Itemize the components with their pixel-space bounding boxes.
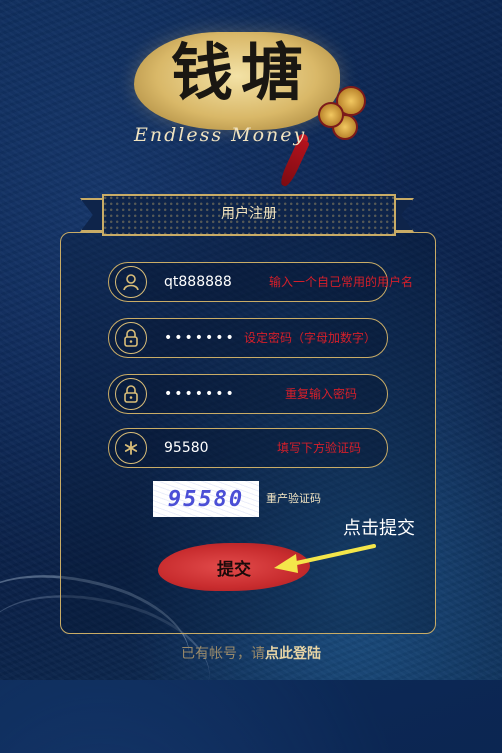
asterisk-icon (115, 432, 147, 464)
captcha-field[interactable]: 95580 填写下方验证码 (108, 428, 388, 468)
password-field[interactable]: ••••••• 设定密码（字母加数字） (108, 318, 388, 358)
user-icon (115, 266, 147, 298)
annotation-text: 点击提交 (343, 518, 415, 539)
login-prompt-text: 已有帐号，请 (181, 646, 265, 662)
username-field[interactable]: qt888888 输入一个自己常用的用户名 (108, 262, 413, 302)
captcha-value[interactable]: 95580 (164, 429, 209, 467)
captcha-hint: 填写下方验证码 (277, 441, 362, 455)
username-hint: 输入一个自己常用的用户名 (269, 275, 414, 289)
login-link[interactable]: 点此登陆 (265, 646, 321, 662)
confirm-password-field[interactable]: ••••••• 重复输入密码 (108, 374, 388, 414)
username-value[interactable]: qt888888 (164, 263, 232, 301)
password-hint: 设定密码（字母加数字） (244, 331, 377, 345)
logo-title: 钱塘 (170, 36, 311, 109)
refresh-captcha-link[interactable]: 重产验证码 (266, 490, 321, 506)
confirm-password-hint: 重复输入密码 (285, 387, 358, 401)
lock-icon (115, 322, 147, 354)
lock-icon (115, 378, 147, 410)
form-title: 用户注册 (221, 206, 277, 222)
confirm-password-value[interactable]: ••••••• (164, 375, 236, 413)
arrow-icon (274, 544, 376, 573)
logo-subtitle: Endless Money (134, 124, 307, 146)
password-value[interactable]: ••••••• (164, 319, 236, 357)
form-banner: 用户注册 (78, 192, 416, 236)
captcha-image[interactable]: 95580 (153, 481, 259, 517)
login-prompt: 已有帐号，请点此登陆 (0, 643, 502, 663)
brand-logo: 钱塘 Endless Money (118, 22, 378, 189)
